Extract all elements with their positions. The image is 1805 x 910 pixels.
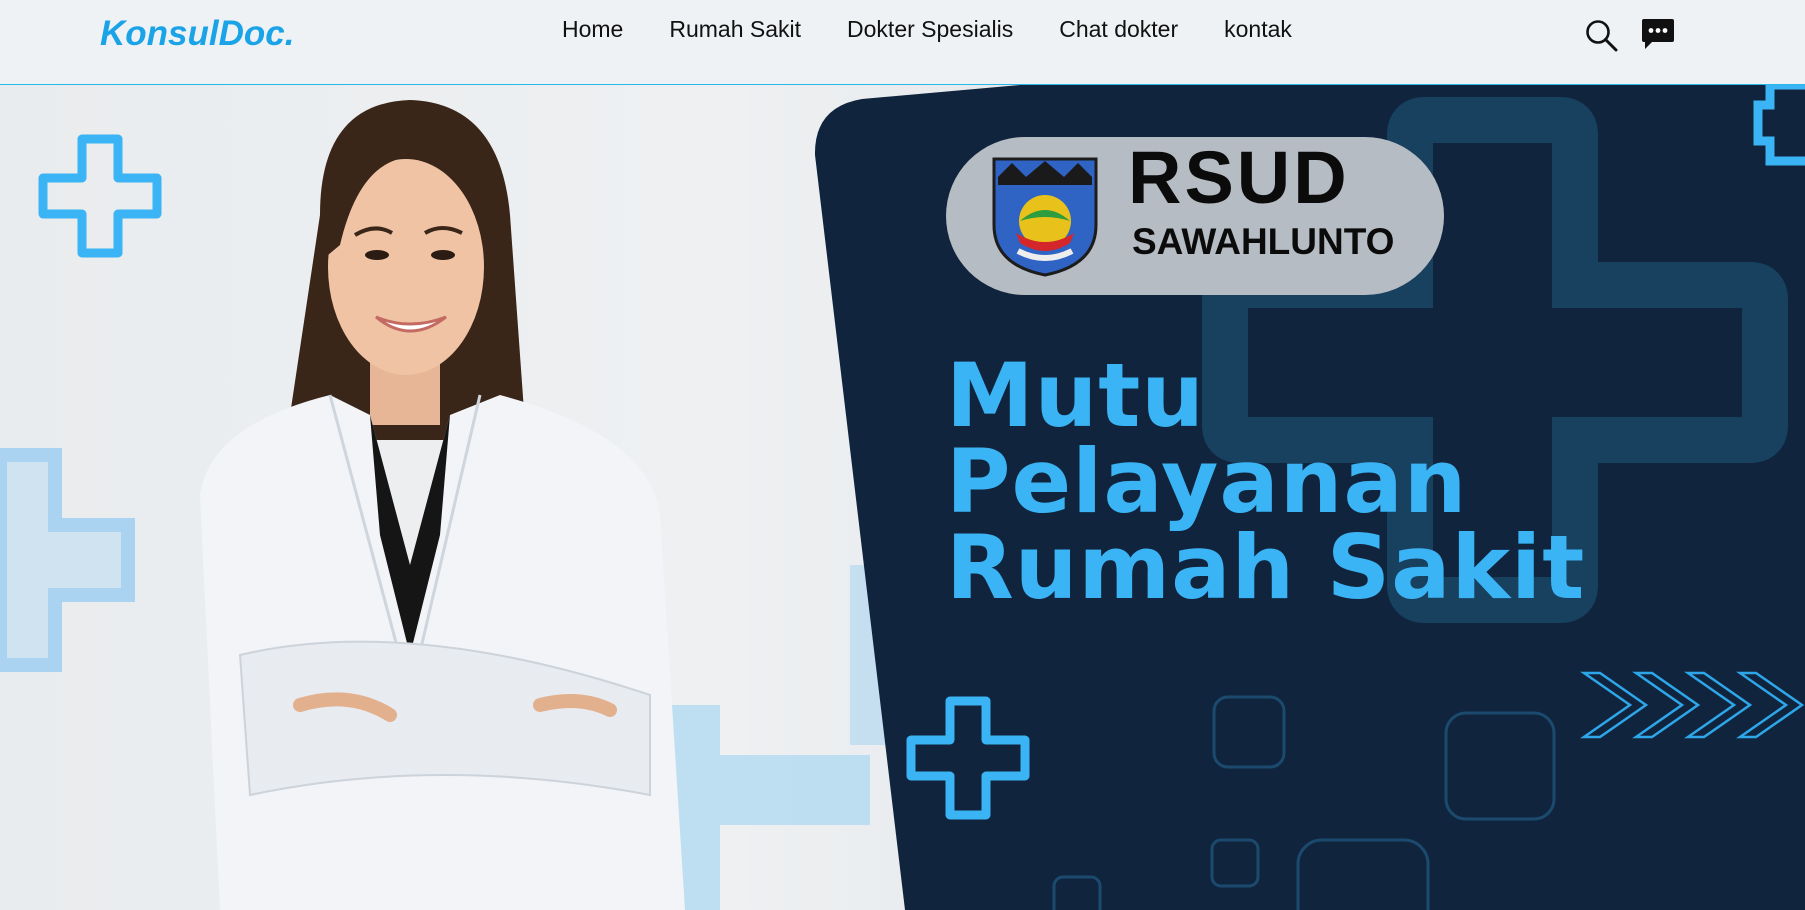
brand-logo[interactable]: KonsulDoc. bbox=[100, 14, 294, 54]
nav-link-chat-dokter[interactable]: Chat dokter bbox=[1059, 16, 1178, 43]
hero-headline: Mutu Pelayanan Rumah Sakit bbox=[946, 344, 1586, 619]
nav-link-home[interactable]: Home bbox=[562, 16, 623, 43]
nav-links: Home Rumah Sakit Dokter Spesialis Chat d… bbox=[562, 16, 1338, 43]
headline-line-1: Mutu bbox=[946, 344, 1205, 447]
plus-icon-top-left bbox=[38, 134, 162, 258]
search-icon[interactable] bbox=[1584, 18, 1620, 54]
hero-banner: RSUD SAWAHLUNTO Mutu Pelayanan Rumah Sak… bbox=[0, 85, 1805, 910]
plus-decoration-left bbox=[0, 448, 135, 672]
headline-line-3: Rumah Sakit bbox=[946, 516, 1586, 619]
navbar: KonsulDoc. Home Rumah Sakit Dokter Spesi… bbox=[0, 0, 1805, 85]
crest-icon bbox=[992, 157, 1098, 277]
nav-link-dokter-spesialis[interactable]: Dokter Spesialis bbox=[847, 16, 1013, 43]
logo-title: RSUD bbox=[1128, 136, 1350, 219]
doctor-photo bbox=[200, 100, 685, 910]
chat-icon[interactable] bbox=[1640, 16, 1676, 52]
logo-subtitle: SAWAHLUNTO bbox=[1132, 221, 1395, 262]
nav-link-kontak[interactable]: kontak bbox=[1224, 16, 1292, 43]
headline-line-2: Pelayanan bbox=[946, 430, 1468, 533]
nav-link-rumah-sakit[interactable]: Rumah Sakit bbox=[669, 16, 801, 43]
